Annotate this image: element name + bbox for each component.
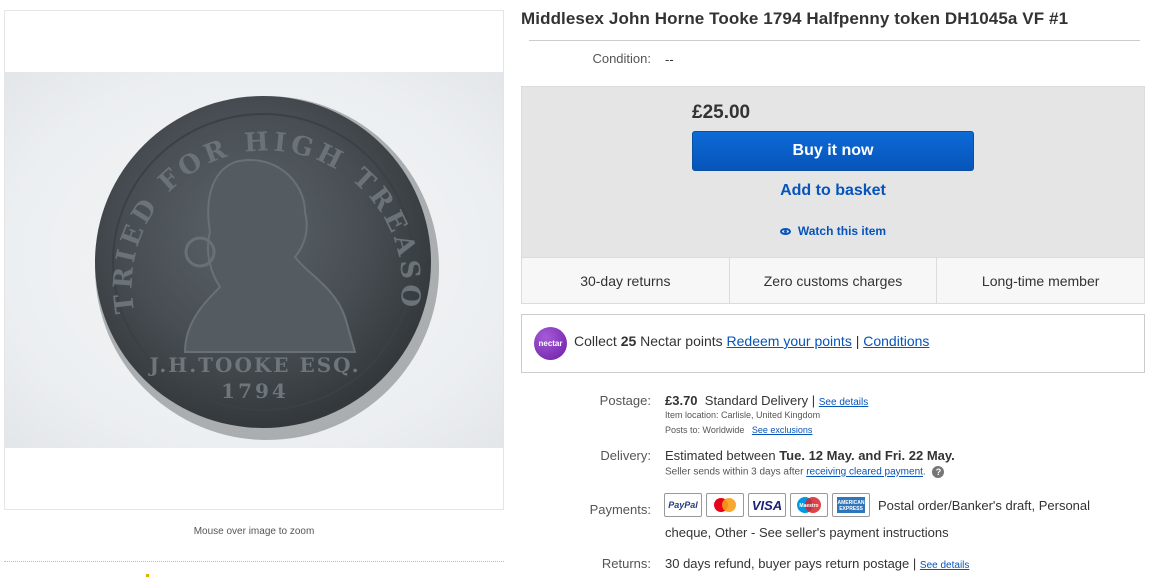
eye-icon bbox=[779, 227, 791, 235]
posts-to: Posts to: Worldwide bbox=[665, 425, 745, 435]
nectar-text: Collect 25 Nectar points Redeem your poi… bbox=[574, 333, 929, 349]
nectar-prefix: Collect bbox=[574, 333, 617, 349]
postage-service: Standard Delivery bbox=[704, 393, 809, 408]
coin-photo[interactable]: TRIED FOR HIGH TREASON J.H.TOOKE ESQ. 17… bbox=[5, 72, 503, 448]
nectar-logo: nectar bbox=[534, 327, 567, 360]
returns-line: 30 days refund, buyer pays return postag… bbox=[665, 556, 969, 571]
help-icon[interactable]: ? bbox=[932, 466, 945, 478]
postage-details-link[interactable]: See details bbox=[819, 397, 868, 408]
title-divider bbox=[529, 40, 1140, 41]
zoom-hint: Mouse over image to zoom bbox=[193, 526, 315, 537]
mastercard-icon bbox=[706, 493, 744, 517]
amex-icon: AMERICAN EXPRESS bbox=[832, 493, 870, 517]
payments-label: Payments: bbox=[589, 502, 651, 517]
postage-separator: | bbox=[811, 393, 816, 408]
postage-price: £3.70 bbox=[665, 393, 698, 408]
coin-year: 1794 bbox=[221, 379, 289, 403]
delivery-note-line: Seller sends within 3 days after receivi… bbox=[665, 466, 945, 478]
star-marker bbox=[146, 574, 149, 577]
cleared-payment-link[interactable]: receiving cleared payment bbox=[806, 467, 923, 478]
payment-text-1: Postal order/Banker's draft, Personal bbox=[878, 498, 1091, 513]
feature-member: Long-time member bbox=[981, 272, 1100, 289]
delivery-dates: Tue. 12 May. and Fri. 22 May. bbox=[779, 448, 955, 463]
payment-logos: PayPal VISA Maestro AMERICAN EXPRESS bbox=[664, 493, 870, 517]
buy-box: £25.00 Buy it now Add to basket Watch th… bbox=[521, 86, 1145, 304]
condition-value: -- bbox=[665, 52, 674, 67]
svg-text:EXPRESS: EXPRESS bbox=[839, 506, 863, 512]
nectar-middle: Nectar points bbox=[640, 333, 723, 349]
condition-label: Condition: bbox=[592, 51, 651, 66]
feature-customs: Zero customs charges bbox=[730, 258, 938, 303]
nectar-conditions-link[interactable]: Conditions bbox=[863, 333, 929, 349]
delivery-note: Seller sends within 3 days after bbox=[665, 466, 804, 478]
delivery-prefix: Estimated between bbox=[665, 448, 776, 463]
visa-icon: VISA bbox=[748, 493, 786, 517]
coin-image: TRIED FOR HIGH TREASON J.H.TOOKE ESQ. 17… bbox=[5, 72, 439, 440]
item-price: £25.00 bbox=[692, 102, 751, 123]
nectar-box: nectar Collect 25 Nectar points Redeem y… bbox=[521, 314, 1145, 373]
item-location: Item location: Carlisle, United Kingdom bbox=[665, 410, 821, 420]
delivery-note-end: . bbox=[922, 466, 926, 478]
returns-separator: | bbox=[912, 556, 917, 571]
delivery-line: Estimated between Tue. 12 May. and Fri. … bbox=[665, 448, 955, 463]
returns-label: Returns: bbox=[601, 556, 651, 571]
feature-returns: 30-day returns bbox=[522, 258, 730, 303]
watch-item-label: Watch this item bbox=[797, 224, 887, 238]
posts-to-line: Posts to: Worldwide See exclusions bbox=[665, 425, 812, 435]
redeem-points-link[interactable]: Redeem your points bbox=[727, 333, 852, 349]
see-exclusions-link[interactable]: See exclusions bbox=[752, 425, 813, 435]
payment-text-2: cheque, Other - See seller's payment ins… bbox=[665, 525, 949, 540]
add-to-basket-button[interactable]: Add to basket bbox=[692, 177, 974, 205]
nectar-points: 25 bbox=[620, 333, 637, 349]
item-title: Middlesex John Horne Tooke 1794 Halfpenn… bbox=[521, 9, 1069, 28]
returns-text: 30 days refund, buyer pays return postag… bbox=[665, 556, 910, 571]
buy-it-now-button[interactable]: Buy it now bbox=[692, 131, 974, 171]
postage-line: £3.70 Standard Delivery | See details bbox=[665, 393, 868, 408]
coin-name: J.H.TOOKE ESQ. bbox=[147, 353, 360, 377]
maestro-icon: Maestro bbox=[790, 493, 828, 517]
watch-item-link[interactable]: Watch this item bbox=[692, 222, 974, 240]
nectar-separator: | bbox=[855, 333, 860, 349]
delivery-label: Delivery: bbox=[600, 448, 651, 463]
divider bbox=[4, 561, 504, 562]
returns-details-link[interactable]: See details bbox=[920, 560, 969, 571]
svg-text:Maestro: Maestro bbox=[799, 503, 818, 509]
paypal-icon: PayPal bbox=[664, 493, 702, 517]
feature-strip: 30-day returns Zero customs charges Long… bbox=[522, 257, 1144, 303]
postage-label: Postage: bbox=[599, 393, 651, 408]
item-image-frame[interactable]: TRIED FOR HIGH TREASON J.H.TOOKE ESQ. 17… bbox=[4, 10, 504, 510]
